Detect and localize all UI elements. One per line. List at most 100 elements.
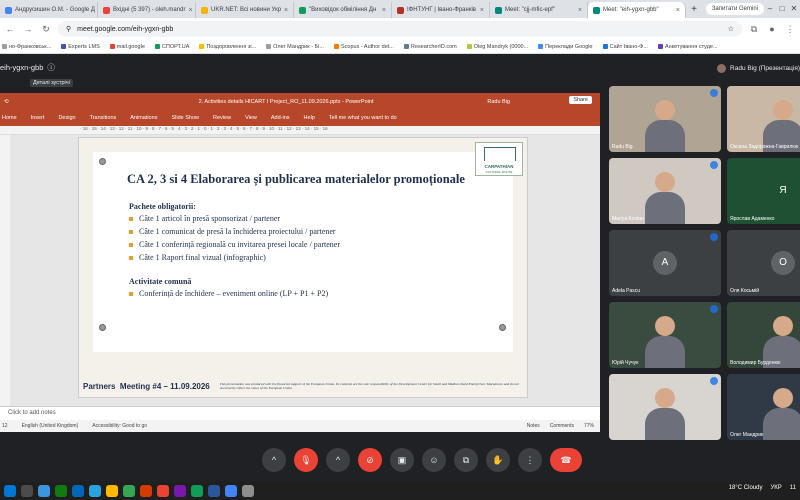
taskbar-app-icon[interactable]	[55, 485, 67, 497]
bookmark-item[interactable]: СПОРТ.UA	[154, 44, 189, 50]
participant-tile[interactable]: Юрій Чучук	[609, 302, 721, 368]
browser-tab[interactable]: Meet: "cjj-mfic-epf" ×	[490, 2, 588, 18]
participant-tile[interactable]: Я Ярослав Адаменко	[727, 158, 800, 224]
taskbar-app-icon[interactable]	[106, 485, 118, 497]
bookmark-item[interactable]: mail.google	[109, 44, 145, 50]
cam-options-button[interactable]: ^	[326, 448, 350, 472]
close-tab-icon[interactable]: ×	[676, 7, 680, 14]
taskbar-app-icon[interactable]	[21, 485, 33, 497]
bookmark-item[interactable]: Поздоровлення зі...	[199, 44, 256, 50]
close-tab-icon[interactable]: ×	[382, 7, 386, 14]
ribbon-tab-design[interactable]: Design	[58, 115, 75, 121]
browser-tab[interactable]: Вхідні (5 397) - oleh.mandr ×	[98, 2, 196, 18]
notes-pane[interactable]: Click to add notes	[0, 406, 600, 420]
participant-tile[interactable]: Олег Мандрик	[727, 374, 800, 440]
taskbar-app-icon[interactable]	[123, 485, 135, 497]
new-tab-button[interactable]: +	[686, 2, 702, 18]
back-icon[interactable]: ←	[4, 24, 16, 34]
info-icon[interactable]: ⓘ	[47, 62, 55, 73]
taskbar-app-icon[interactable]	[89, 485, 101, 497]
bookmark-item[interactable]: Сайт Івано-Ф...	[602, 44, 648, 50]
present-button[interactable]: ⧉	[454, 448, 478, 472]
ribbon-tab-help[interactable]: Help	[304, 115, 315, 121]
keyboard-language[interactable]: УКР	[770, 485, 781, 491]
captions-button[interactable]: ▣	[390, 448, 414, 472]
comments-button[interactable]: Comments	[550, 423, 574, 429]
more-button[interactable]: ⋮	[518, 448, 542, 472]
browser-tab[interactable]: Андрусишин О.М. - Google Д×	[0, 2, 98, 18]
taskbar-app-icon[interactable]	[208, 485, 220, 497]
participant-tile[interactable]	[609, 374, 721, 440]
browser-tab[interactable]: "Виховідок обміління Дн ×	[294, 2, 392, 18]
taskbar-app-icon[interactable]	[191, 485, 203, 497]
weather[interactable]: 18°C Cloudy	[729, 485, 763, 491]
taskbar-app-icon[interactable]	[225, 485, 237, 497]
autosave-icon[interactable]: ⟲	[0, 99, 9, 105]
taskbar-app-icon[interactable]	[4, 485, 16, 497]
browser-tab[interactable]: ІФНТУНГ | Івано-Франків ×	[392, 2, 490, 18]
emoji-button[interactable]: ☺	[422, 448, 446, 472]
gemini-button[interactable]: Запитати Gemini	[705, 3, 764, 15]
slide-canvas[interactable]: CARPATHIAN CULTURAL ROUTE CA 2, 3 si 4 E…	[78, 137, 528, 398]
clock[interactable]: 11	[790, 485, 796, 491]
participant-tile[interactable]: Володимир Бурденюк	[727, 302, 800, 368]
menu-icon[interactable]: ⋮	[784, 24, 796, 35]
taskbar-app-icon[interactable]	[140, 485, 152, 497]
extensions-icon[interactable]: ⧉	[748, 24, 760, 35]
maximize-icon[interactable]: □	[776, 0, 788, 18]
bookmark-item[interactable]: Scopus - Author det...	[333, 44, 394, 50]
browser-tab[interactable]: Meet: "eih-ygxn-gbb" ×	[588, 2, 686, 18]
bookmark-item[interactable]: Experts LMS	[61, 44, 100, 50]
bookmark-item[interactable]: Анкетування студе...	[657, 44, 718, 50]
ribbon-tab-insert[interactable]: Insert	[31, 115, 45, 121]
participant-tile[interactable]: Radu Big	[609, 86, 721, 152]
participant-tile[interactable]: Оксана Задорожна-Гаврилюк	[727, 86, 800, 152]
site-info-icon[interactable]: ⚲	[66, 25, 71, 33]
ribbon-tab-transitions[interactable]: Transitions	[90, 115, 117, 121]
mic-options-button[interactable]: ^	[262, 448, 286, 472]
raise-hand-button[interactable]: ✋	[486, 448, 510, 472]
close-tab-icon[interactable]: ×	[188, 7, 192, 14]
zoom-level[interactable]: 77%	[584, 423, 594, 429]
participant-name: Adela Pascu	[612, 288, 641, 294]
profile-icon[interactable]: ●	[766, 24, 778, 34]
bookmark-item[interactable]: ResearcherID.com	[403, 44, 457, 50]
participant-tile[interactable]: Mariya Kovtun	[609, 158, 721, 224]
ribbon-tab-slide-show[interactable]: Slide Show	[171, 115, 199, 121]
minimize-icon[interactable]: –	[764, 0, 776, 18]
bookmark-item[interactable]: Олег Мандрик - Бі...	[266, 44, 324, 50]
participant-tile[interactable]: О Оля Косьмій	[727, 230, 800, 296]
bookmark-item[interactable]: Oleg Mandryk (0000...	[466, 44, 528, 50]
omnibox[interactable]: ⚲ meet.google.com/eih-ygxn-gbb ☆	[58, 21, 742, 37]
reload-icon[interactable]: ↻	[40, 24, 52, 35]
leave-button[interactable]: ☎	[550, 448, 582, 472]
taskbar-app-icon[interactable]	[72, 485, 84, 497]
notes-button[interactable]: Notes	[527, 423, 540, 429]
taskbar-app-icon[interactable]	[174, 485, 186, 497]
ribbon-tab-add-ins[interactable]: Add-ins	[271, 115, 290, 121]
participant-tile[interactable]: A Adela Pascu	[609, 230, 721, 296]
ribbon-tab-home[interactable]: Home	[2, 115, 17, 121]
accessibility[interactable]: Accessibility: Good to go	[92, 423, 147, 429]
taskbar-app-icon[interactable]	[38, 485, 50, 497]
ribbon-tab-view[interactable]: View	[245, 115, 257, 121]
bookmark-item[interactable]: Переклади Google	[538, 44, 593, 50]
close-window-icon[interactable]: ✕	[788, 0, 800, 18]
bookmark-star-icon[interactable]: ☆	[728, 25, 734, 33]
close-tab-icon[interactable]: ×	[480, 7, 484, 14]
cam-toggle-button[interactable]: ⊘	[358, 448, 382, 472]
share-button[interactable]: Share	[569, 96, 592, 104]
ribbon-tab-review[interactable]: Review	[213, 115, 231, 121]
mic-toggle-button[interactable]: 🎙	[294, 448, 318, 472]
taskbar-app-icon[interactable]	[157, 485, 169, 497]
close-tab-icon[interactable]: ×	[578, 7, 582, 14]
tell-me-search[interactable]: Tell me what you want to do	[329, 115, 397, 121]
ribbon-tab-animations[interactable]: Animations	[130, 115, 157, 121]
windows-taskbar	[0, 482, 800, 500]
bookmark-item[interactable]: но-Франковськ...	[2, 44, 51, 50]
close-tab-icon[interactable]: ×	[284, 7, 288, 14]
taskbar-app-icon[interactable]	[242, 485, 254, 497]
language[interactable]: English (United Kingdom)	[22, 423, 79, 429]
browser-tab[interactable]: UKR.NET: Всі новини Укр ×	[196, 2, 294, 18]
forward-icon[interactable]: →	[22, 24, 34, 34]
